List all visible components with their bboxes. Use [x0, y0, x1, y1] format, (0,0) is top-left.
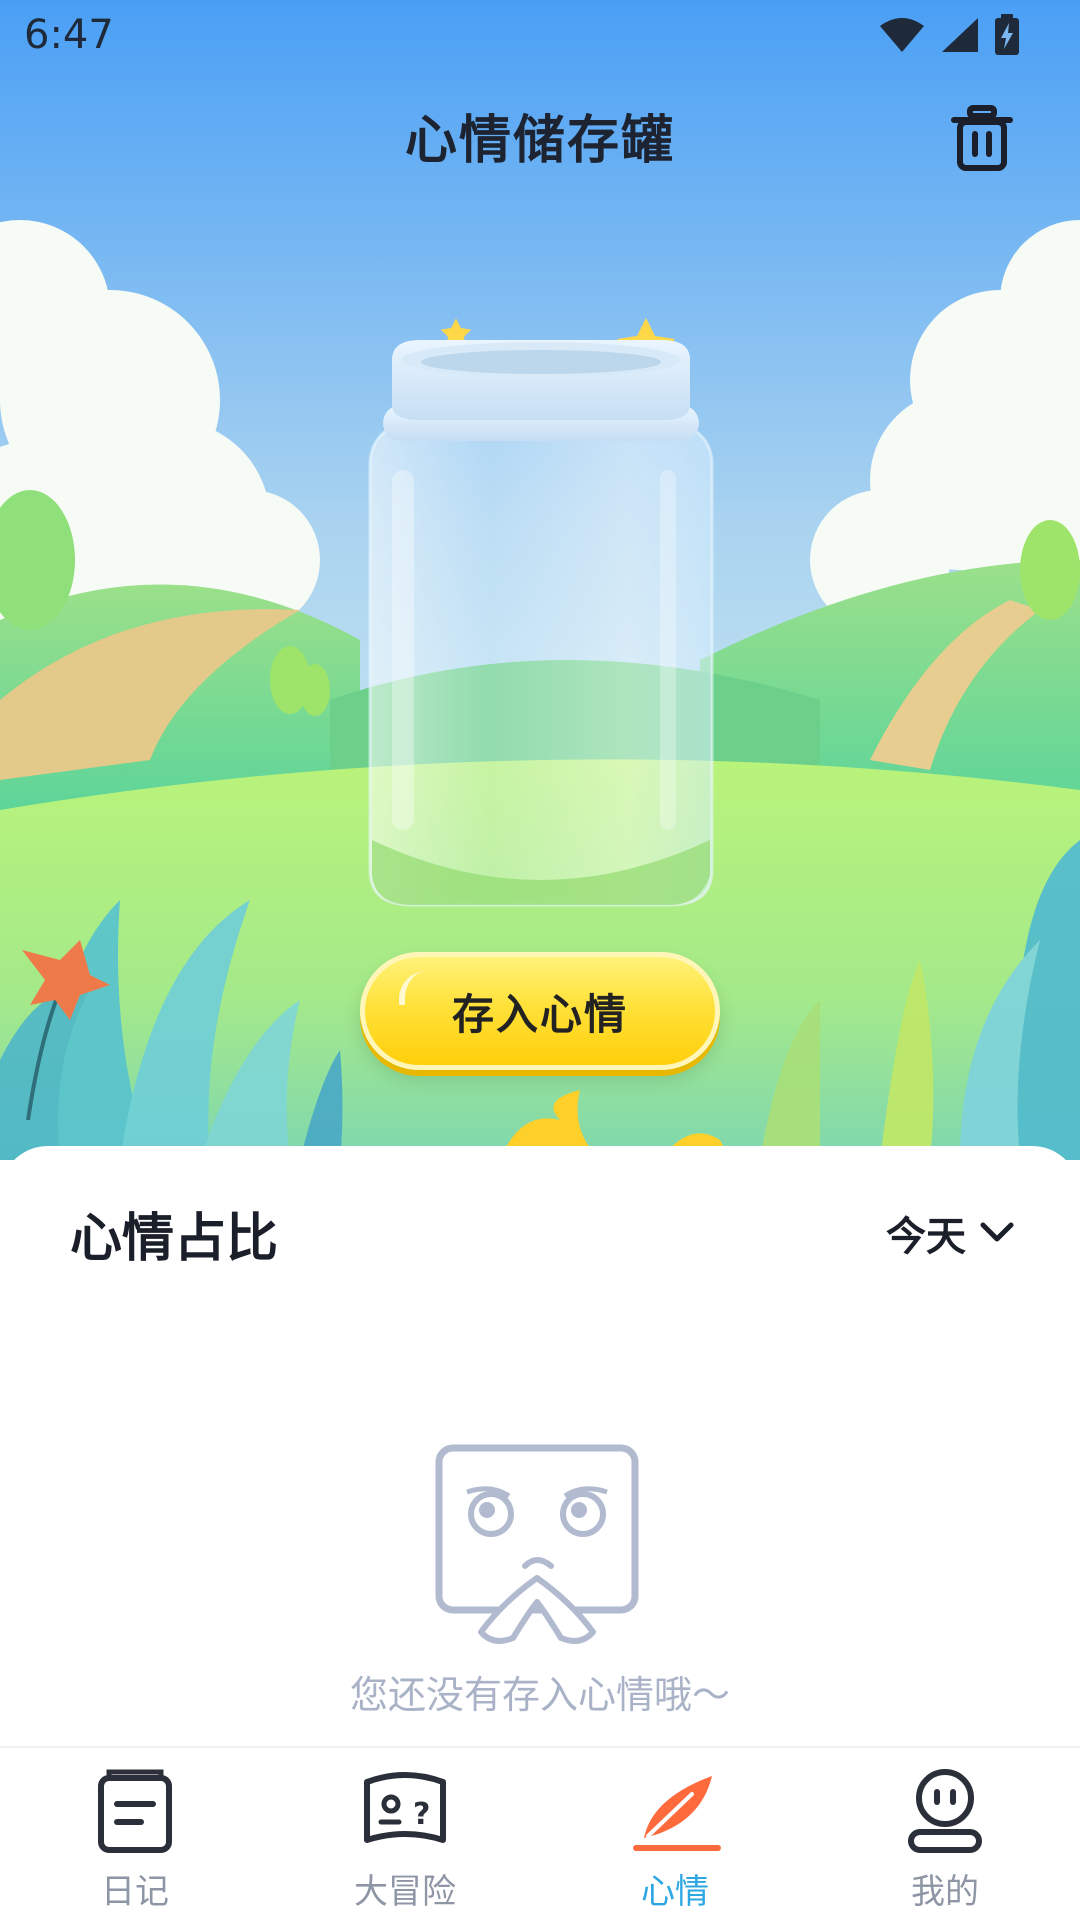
clear-button[interactable]	[950, 104, 1014, 172]
mood-ratio-panel: 心情占比 今天 您还没有存入心情哦～	[0, 1146, 1080, 1746]
cellular-signal-icon	[942, 18, 978, 52]
tab-label: 我的	[911, 1872, 979, 1912]
status-bar: 6:47	[0, 0, 1080, 74]
feather-icon	[633, 1776, 721, 1851]
store-mood-button[interactable]: 存入心情	[360, 952, 720, 1070]
wifi-icon	[880, 18, 924, 52]
page-title: 心情储存罐	[404, 111, 675, 171]
tab-mood[interactable]: 心情	[540, 1748, 810, 1922]
tab-profile[interactable]: 我的	[810, 1748, 1080, 1922]
bottom-tab-bar: 日记 ? 大冒险 心情 我的	[0, 1746, 1080, 1922]
range-selected-label: 今天	[886, 1214, 966, 1260]
button-shine	[399, 971, 427, 1005]
panel-title: 心情占比	[70, 1209, 279, 1269]
tab-adventure[interactable]: ? 大冒险	[270, 1748, 540, 1922]
store-mood-label: 存入心情	[451, 989, 628, 1039]
svg-text:?: ?	[413, 1797, 430, 1832]
tab-label: 日记	[101, 1872, 169, 1912]
empty-state-face-icon	[435, 1444, 639, 1644]
chevron-down-icon	[980, 1222, 1014, 1242]
tab-label: 心情	[641, 1872, 709, 1912]
trash-icon	[951, 105, 1013, 171]
diary-icon	[98, 1769, 172, 1853]
tab-diary[interactable]: 日记	[0, 1748, 270, 1922]
status-icons	[878, 14, 1020, 56]
tab-label: 大冒险	[354, 1872, 456, 1912]
adventure-icon: ?	[364, 1772, 446, 1843]
range-selector[interactable]: 今天	[886, 1204, 1014, 1262]
profile-icon	[908, 1769, 982, 1853]
empty-state-text: 您还没有存入心情哦～	[349, 1673, 730, 1717]
battery-charging-icon	[995, 14, 1019, 55]
status-time: 6:47	[24, 12, 114, 58]
